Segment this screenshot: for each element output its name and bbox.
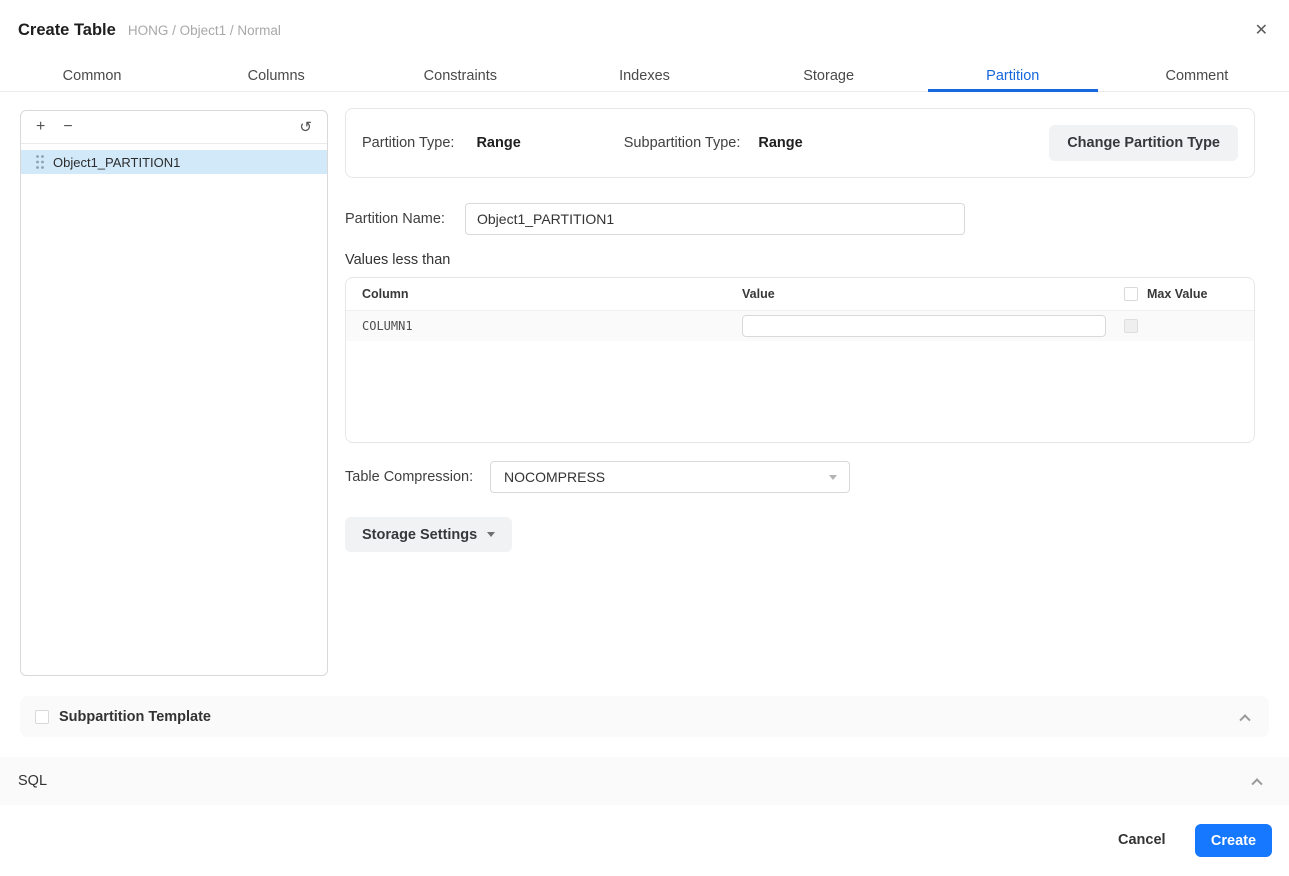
tab-indexes[interactable]: Indexes (552, 60, 736, 91)
chevron-up-icon (1239, 713, 1251, 725)
tab-constraints[interactable]: Constraints (368, 60, 552, 91)
add-partition-button[interactable]: + (36, 119, 45, 135)
subpartition-template-label: Subpartition Template (59, 708, 211, 725)
page-title: Create Table (18, 21, 116, 39)
change-partition-type-button[interactable]: Change Partition Type (1049, 125, 1238, 161)
partition-type-panel: Partition Type: Range Subpartition Type:… (345, 108, 1255, 178)
storage-settings-label: Storage Settings (362, 526, 478, 543)
partition-type-value: Range (476, 135, 521, 151)
tab-storage[interactable]: Storage (737, 60, 921, 91)
table-row: COLUMN1 (346, 311, 1254, 341)
values-table: Column Value Max Value COLUMN1 (345, 277, 1255, 443)
reset-button[interactable]: ↺ (299, 118, 312, 136)
dialog-header: Create Table HONG / Object1 / Normal (18, 21, 281, 40)
breadcrumb: HONG / Object1 / Normal (127, 23, 281, 38)
row-value-input[interactable] (742, 315, 1106, 337)
create-button[interactable]: Create (1195, 824, 1272, 857)
max-value-header: Max Value (1147, 287, 1208, 301)
partition-item-name: Object1_PARTITION1 (53, 154, 181, 170)
subpartition-type-value: Range (758, 135, 803, 151)
minus-icon: − (63, 118, 73, 135)
tab-comment[interactable]: Comment (1105, 60, 1289, 91)
close-icon[interactable]: ✕ (1255, 21, 1268, 41)
plus-icon: + (36, 118, 46, 135)
storage-settings-button[interactable]: Storage Settings (345, 517, 513, 552)
tab-columns[interactable]: Columns (184, 60, 368, 91)
values-table-header: Column Value Max Value (346, 278, 1254, 311)
table-compression-select[interactable]: NOCOMPRESS (490, 461, 850, 493)
column-header: Column (362, 287, 409, 301)
max-value-header-checkbox[interactable] (1124, 287, 1138, 301)
remove-partition-button[interactable]: − (63, 119, 72, 135)
partition-name-input[interactable] (465, 203, 965, 235)
cancel-button[interactable]: Cancel (1118, 832, 1166, 848)
sql-collapse-button[interactable] (1249, 773, 1265, 790)
partition-name-label: Partition Name: (345, 211, 445, 227)
tab-partition[interactable]: Partition (921, 60, 1105, 92)
chevron-up-icon (1251, 778, 1263, 790)
row-column-name: COLUMN1 (362, 319, 413, 333)
chevron-down-icon (829, 474, 837, 480)
tab-common[interactable]: Common (0, 60, 184, 91)
create-table-dialog: Create Table HONG / Object1 / Normal ✕ C… (0, 0, 1289, 876)
partition-list-item[interactable]: Object1_PARTITION1 (21, 150, 327, 174)
tab-bar: Common Columns Constraints Indexes Stora… (0, 60, 1289, 92)
sql-section: SQL (0, 757, 1289, 805)
drag-handle-icon[interactable] (35, 154, 45, 170)
caret-down-icon (487, 532, 496, 537)
sql-label: SQL (18, 773, 48, 789)
subpartition-type-label: Subpartition Type: (623, 135, 741, 151)
value-header: Value (742, 287, 775, 301)
table-compression-label: Table Compression: (345, 469, 474, 485)
table-compression-value: NOCOMPRESS (504, 469, 606, 485)
refresh-icon: ↺ (299, 119, 312, 136)
subpartition-template-section: Subpartition Template (20, 696, 1269, 737)
partition-list-panel: + − ↺ Object1_PARTITION1 (20, 110, 328, 676)
row-max-value-checkbox[interactable] (1124, 319, 1138, 333)
subpartition-collapse-button[interactable] (1237, 709, 1253, 725)
partition-list-toolbar: + − ↺ (21, 111, 327, 144)
partition-type-label: Partition Type: (362, 135, 455, 151)
values-less-than-heading: Values less than (345, 252, 451, 268)
subpartition-template-checkbox[interactable] (35, 709, 49, 724)
